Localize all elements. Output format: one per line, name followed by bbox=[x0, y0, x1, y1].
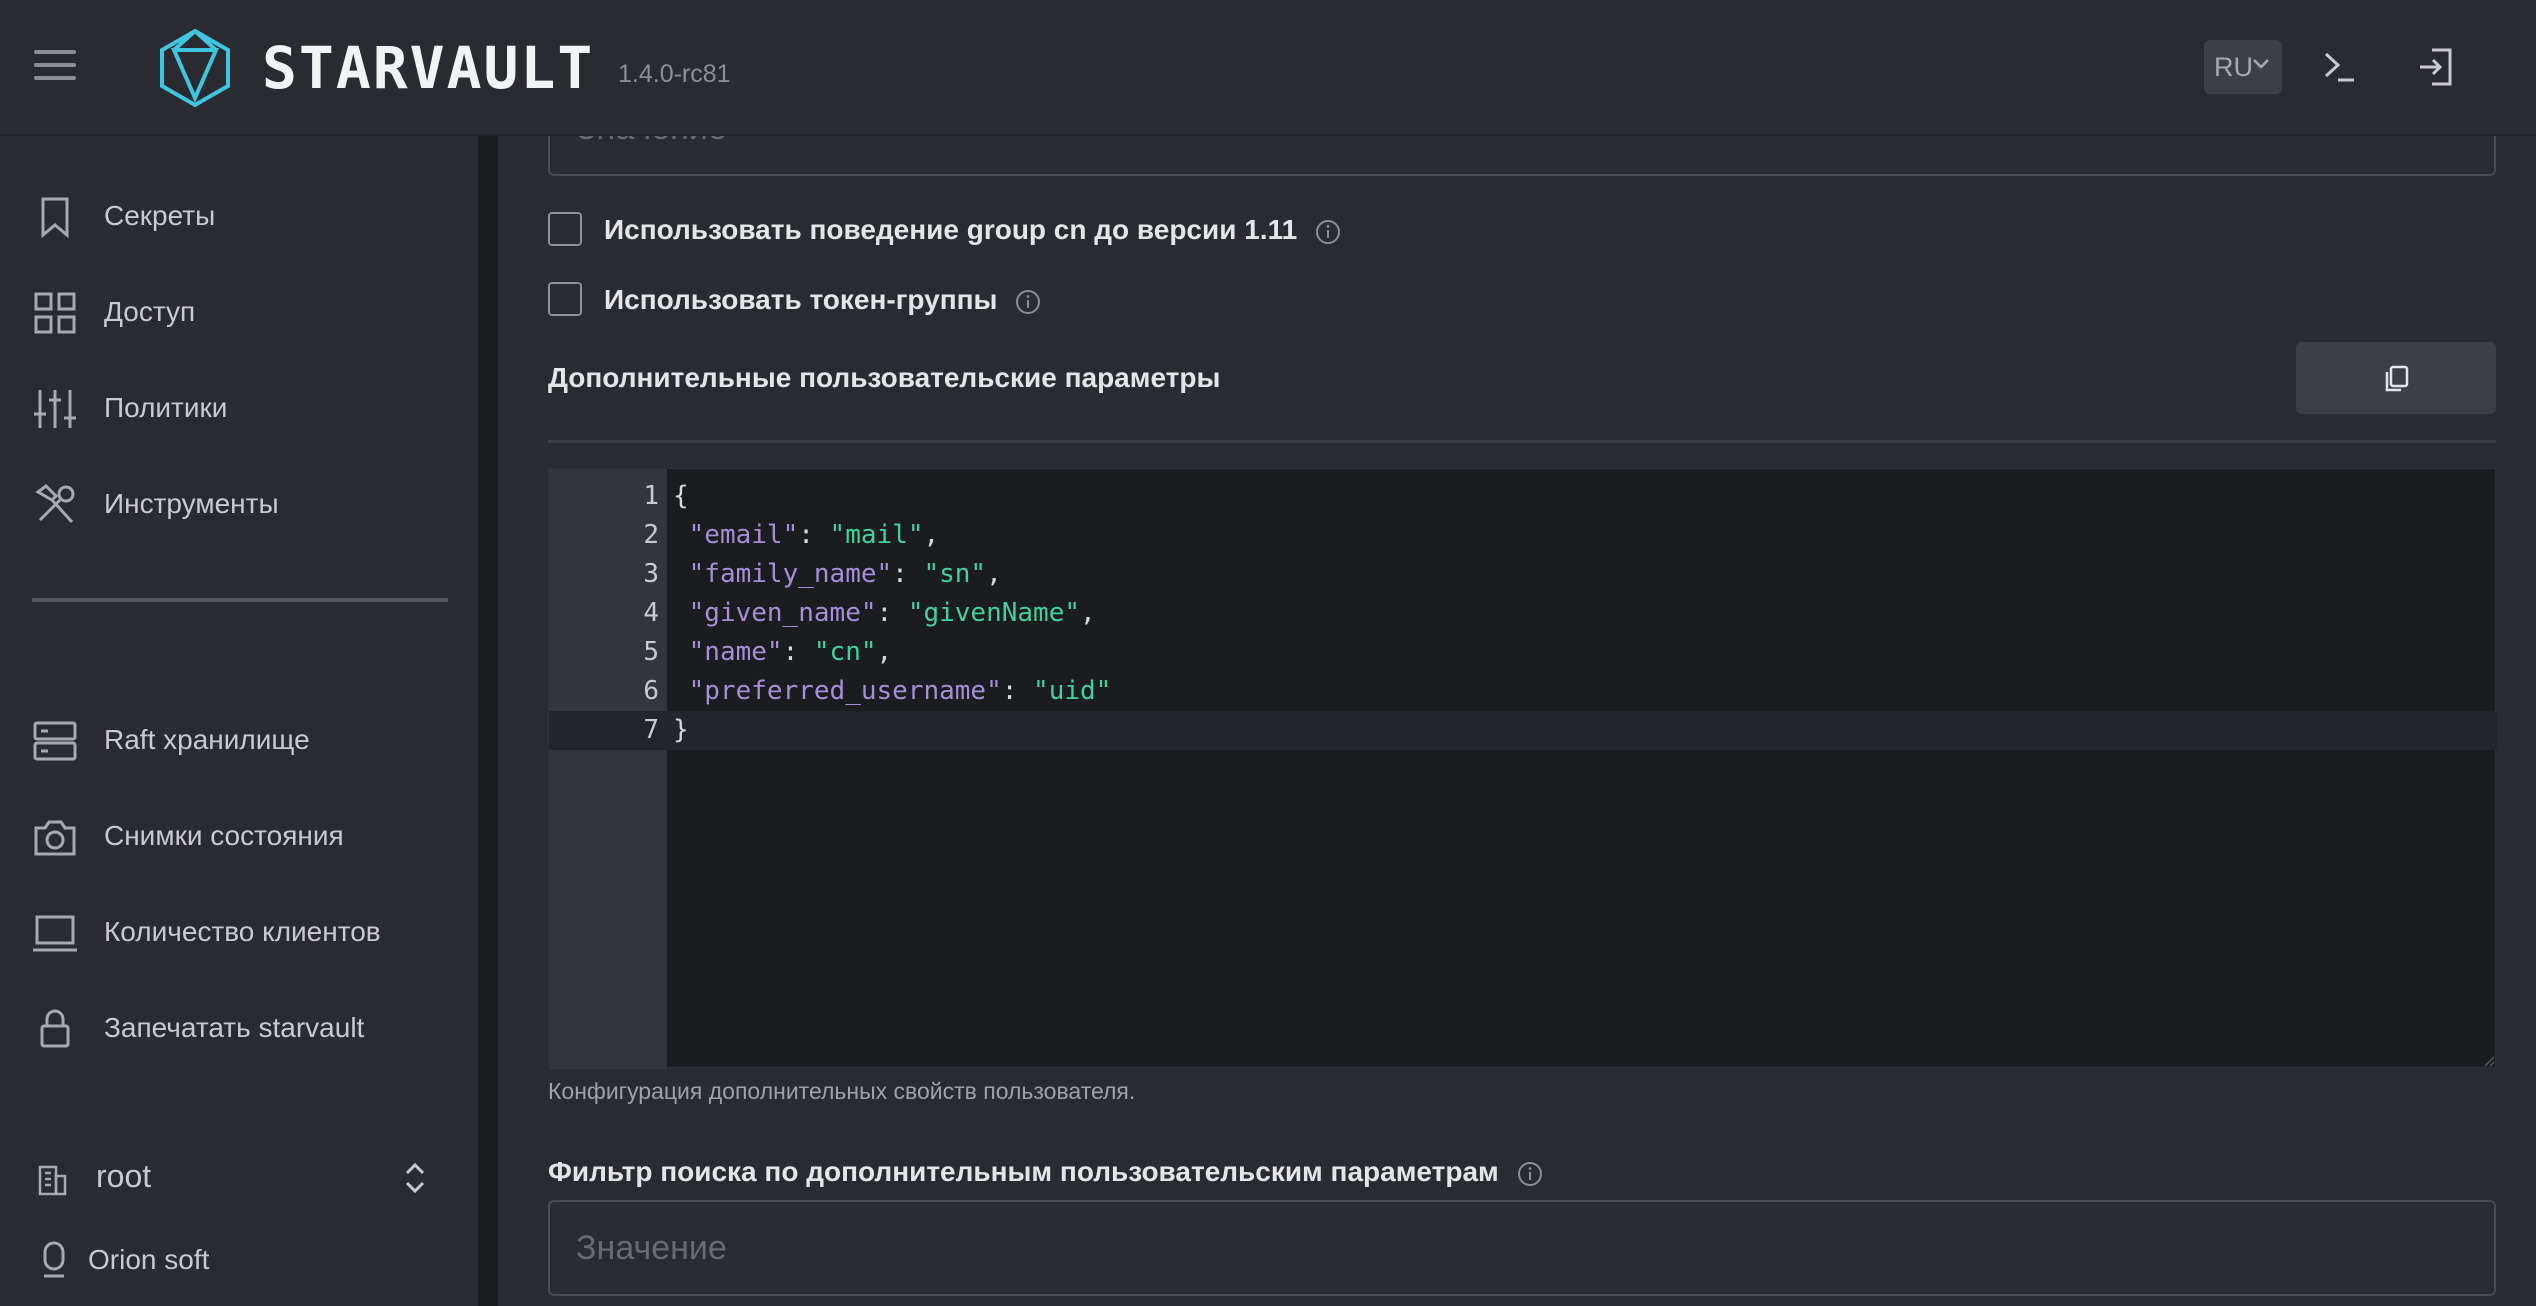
sidebar-item-seal[interactable]: Запечатать starvault bbox=[0, 988, 478, 1068]
organization: Orion soft bbox=[0, 1226, 478, 1296]
sidebar-item-secrets[interactable]: Секреты bbox=[0, 176, 478, 256]
sidebar-item-snapshots[interactable]: Снимки состояния bbox=[0, 796, 478, 876]
grid-icon bbox=[34, 292, 76, 334]
filter-title: Фильтр поиска по дополнительным пользова… bbox=[548, 1156, 1543, 1188]
editor-hint: Конфигурация дополнительных свойств поль… bbox=[548, 1078, 1136, 1104]
editor-line: 3 "family_name": "sn", bbox=[643, 559, 1002, 589]
editor-line: 5 "name": "cn", bbox=[643, 637, 893, 667]
editor-line: 4 "given_name": "givenName", bbox=[643, 598, 1096, 628]
copy-icon bbox=[2385, 365, 2409, 392]
tools-icon bbox=[35, 484, 75, 524]
orion-soft-icon bbox=[43, 1241, 65, 1278]
token-groups-checkbox-row[interactable]: Использовать токен-группы bbox=[548, 276, 1148, 326]
lock-icon bbox=[40, 1009, 70, 1048]
chevron-updown-icon bbox=[405, 1162, 425, 1194]
info-icon[interactable] bbox=[1517, 1161, 1543, 1187]
sidebar-item-label: Инструменты bbox=[104, 488, 279, 519]
server-icon bbox=[33, 721, 77, 761]
sidebar-item-client-count[interactable]: Количество клиентов bbox=[0, 892, 478, 972]
copy-button[interactable] bbox=[2296, 342, 2496, 414]
building-icon bbox=[38, 1165, 67, 1196]
extra-params-title: Дополнительные пользовательские параметр… bbox=[548, 362, 1221, 393]
camera-icon bbox=[34, 820, 76, 856]
bookmark-icon bbox=[41, 197, 69, 239]
sidebar-item-tools[interactable]: Инструменты bbox=[0, 464, 478, 544]
sidebar-item-raft-storage[interactable]: Raft хранилище bbox=[0, 700, 478, 780]
sidebar-item-label: Запечатать starvault bbox=[104, 1012, 365, 1043]
info-icon[interactable] bbox=[1015, 289, 1041, 315]
namespace-selector[interactable]: root bbox=[0, 1136, 478, 1220]
section-divider bbox=[548, 440, 2496, 443]
sidebar-item-label: Доступ bbox=[104, 296, 196, 327]
namespace-label: root bbox=[96, 1158, 152, 1194]
sidebar-item-access[interactable]: Доступ bbox=[0, 272, 478, 352]
filter-title-label: Фильтр поиска по дополнительным пользова… bbox=[548, 1156, 1499, 1187]
group-cn-legacy-checkbox-row[interactable]: Использовать поведение group cn до верси… bbox=[548, 206, 1448, 256]
menu-icon[interactable] bbox=[34, 50, 76, 84]
starvault-logo-icon bbox=[160, 28, 230, 108]
language-value: RU bbox=[2214, 52, 2253, 82]
sidebar-item-label: Raft хранилище bbox=[104, 724, 310, 755]
sidebar-item-label: Секреты bbox=[104, 200, 216, 231]
sidebar-item-label: Политики bbox=[104, 392, 228, 423]
editor-line: 2 "email": "mail", bbox=[643, 520, 940, 550]
info-icon[interactable] bbox=[1315, 219, 1341, 245]
terminal-icon[interactable] bbox=[2312, 40, 2366, 94]
logout-icon[interactable] bbox=[2410, 40, 2464, 94]
sidebar-item-policies[interactable]: Политики bbox=[0, 368, 478, 448]
top-bar: STARVAULT 1.4.0-rc81 RU bbox=[0, 0, 2536, 136]
editor-line: 1 { bbox=[643, 481, 689, 511]
resize-handle-icon[interactable] bbox=[2483, 1055, 2495, 1067]
app-version: 1.4.0-rc81 bbox=[618, 60, 731, 88]
sliders-icon bbox=[34, 390, 76, 428]
value-input-top[interactable]: Значение bbox=[548, 136, 2496, 176]
sidebar-item-label: Количество клиентов bbox=[104, 916, 381, 947]
group-cn-legacy-label: Использовать поведение group cn до верси… bbox=[604, 214, 1298, 245]
main-content: Значение Использовать поведение group cn… bbox=[498, 136, 2536, 1306]
chevron-down-icon bbox=[2253, 59, 2269, 69]
json-editor[interactable]: 1 { 2 "email": "mail", 3 "family_name": … bbox=[548, 468, 2497, 1069]
organization-name: Orion soft bbox=[88, 1244, 210, 1275]
laptop-icon bbox=[33, 915, 77, 952]
token-groups-label: Использовать токен-группы bbox=[604, 284, 998, 315]
editor-line-active: 7 } bbox=[549, 711, 2497, 750]
language-select[interactable]: RU bbox=[2204, 40, 2282, 94]
brand-name: STARVAULT bbox=[262, 34, 595, 102]
editor-line: 6 "preferred_username": "uid" bbox=[643, 676, 1112, 706]
sidebar-item-label: Снимки состояния bbox=[104, 820, 344, 851]
group-cn-legacy-checkbox[interactable] bbox=[548, 212, 582, 246]
value-input-placeholder: Значение bbox=[576, 136, 727, 147]
token-groups-checkbox[interactable] bbox=[548, 282, 582, 316]
sidebar: Секреты Доступ Политики Инструменты Raft… bbox=[0, 136, 478, 1306]
sidebar-divider bbox=[32, 598, 448, 602]
sidebar-edge bbox=[478, 136, 498, 1306]
filter-input[interactable]: Значение bbox=[548, 1200, 2496, 1296]
filter-input-placeholder: Значение bbox=[576, 1229, 727, 1267]
